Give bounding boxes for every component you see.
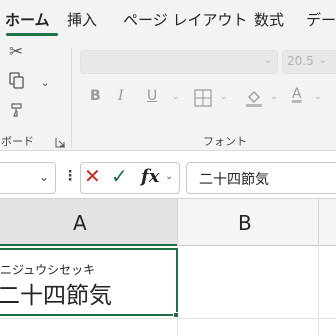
insert-function-button[interactable]: fx: [141, 166, 159, 187]
borders-icon[interactable]: [194, 89, 212, 111]
chevron-down-icon: ⌄: [263, 55, 272, 66]
chevron-down-icon: ⌄: [38, 170, 49, 184]
column-b-label[interactable]: B: [238, 211, 252, 235]
chevron-down-icon: ⌄: [318, 55, 327, 66]
tab-home[interactable]: ホーム: [5, 9, 50, 30]
bold-button[interactable]: B: [90, 88, 101, 104]
column-divider[interactable]: [177, 199, 178, 246]
font-size-select[interactable]: 20.5 ⌄: [282, 50, 336, 74]
copy-icon[interactable]: [8, 72, 26, 93]
font-size-value: 20.5: [287, 54, 314, 68]
excel-window: ホーム 挿入 ページ レイアウト 数式 デー ✂ ⌄ ボード ⌄ 20.5 ⌄ …: [0, 0, 336, 336]
underline-button[interactable]: U: [147, 88, 157, 104]
cancel-button[interactable]: ✕: [84, 164, 101, 188]
font-family-select[interactable]: ⌄: [80, 50, 278, 74]
chevron-down-icon[interactable]: ⌄: [165, 171, 173, 182]
tab-insert[interactable]: 挿入: [67, 9, 97, 30]
chevron-down-icon[interactable]: ⌄: [314, 92, 322, 102]
clipboard-group-label: ボード: [1, 135, 34, 148]
chevron-down-icon[interactable]: ⌄: [220, 92, 228, 102]
font-color-button[interactable]: A: [292, 86, 302, 102]
fill-handle[interactable]: [173, 312, 179, 318]
fill-color-icon[interactable]: [244, 88, 264, 112]
tab-page-layout[interactable]: ページ レイアウト: [123, 9, 247, 30]
active-tab-indicator: [6, 33, 58, 36]
enter-button[interactable]: ✓: [111, 164, 128, 188]
cell-value: 二十四節気: [0, 283, 112, 309]
ribbon-tabs: ホーム 挿入 ページ レイアウト 数式 デー: [0, 0, 336, 38]
chevron-down-icon[interactable]: ⌄: [172, 92, 180, 102]
dialog-launcher-icon[interactable]: [55, 133, 66, 148]
name-box[interactable]: ⌄: [0, 162, 56, 194]
more-options-icon[interactable]: ⋮: [63, 168, 77, 184]
ribbon-group-separator: [71, 48, 72, 148]
scissors-icon[interactable]: ✂: [9, 44, 23, 61]
italic-button[interactable]: I: [118, 88, 124, 104]
formula-text[interactable]: 二十四節気: [199, 169, 269, 189]
gridline: [318, 247, 319, 336]
chevron-down-icon[interactable]: ⌄: [41, 78, 49, 89]
chevron-down-icon[interactable]: ⌄: [270, 92, 278, 102]
column-header-a[interactable]: [0, 199, 177, 246]
gridline: [0, 318, 336, 319]
column-divider[interactable]: [318, 199, 319, 246]
column-a-label: A: [73, 211, 87, 235]
format-painter-icon[interactable]: [9, 102, 25, 121]
tab-data[interactable]: デー: [306, 9, 336, 30]
tab-formulas[interactable]: 数式: [254, 9, 284, 30]
font-group-label: フォント: [203, 135, 247, 148]
